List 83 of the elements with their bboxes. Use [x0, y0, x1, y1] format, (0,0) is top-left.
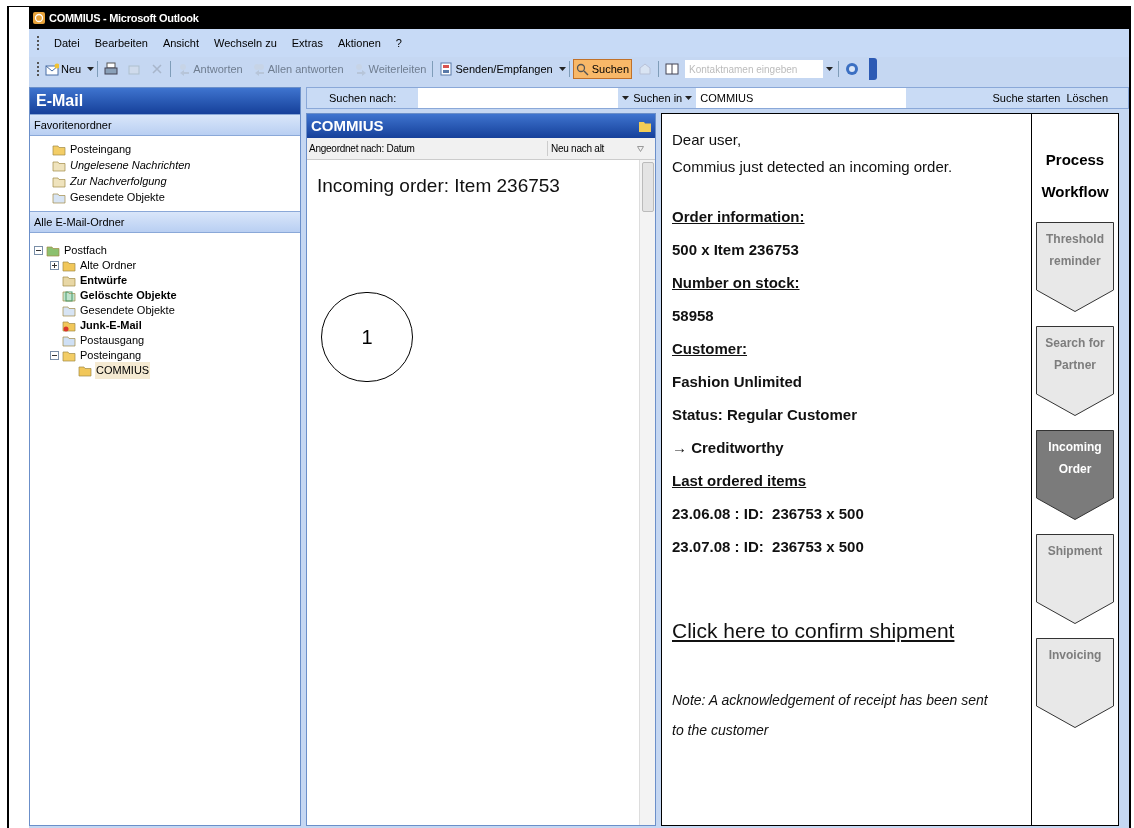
folder-icon: [62, 259, 76, 272]
info-text: 23.06.08 : ID: 236753 x 500: [672, 504, 865, 524]
delete-icon: [150, 62, 165, 76]
drafts-icon: [62, 274, 76, 287]
folder-item[interactable]: Postausgang: [79, 332, 146, 349]
section-heading: Order information:: [672, 207, 806, 227]
section-header[interactable]: Alle E-Mail-Ordner: [30, 211, 300, 233]
toolbar-button[interactable]: Neu: [42, 59, 85, 79]
info-text: Fashion Unlimited: [672, 372, 803, 392]
section-heading: Customer:: [672, 339, 748, 359]
folder-item[interactable]: Gesendete Objekte: [79, 302, 176, 319]
dropdown-caret-icon[interactable]: [825, 67, 833, 71]
menu-item[interactable]: Wechseln zu: [214, 34, 277, 52]
outlook-logo-icon: [33, 12, 45, 24]
pane-title: E-Mail: [30, 88, 300, 114]
collapse-toggle-icon[interactable]: [50, 351, 59, 360]
reply-all-icon: [251, 62, 266, 76]
section-heading: Number on stock:: [672, 273, 801, 293]
menu-item[interactable]: Bearbeiten: [94, 34, 148, 52]
folder-item[interactable]: Gelöschte Objekte: [79, 287, 178, 304]
inbox-icon: [52, 143, 66, 156]
scrollbar-thumb[interactable]: [641, 162, 654, 212]
menu-item[interactable]: Datei: [54, 34, 80, 52]
info-text: Status: Regular Customer: [672, 405, 859, 425]
search-icon: [575, 62, 590, 76]
section-heading: Last ordered items: [672, 471, 808, 491]
outbox-icon: [62, 334, 76, 347]
send-receive-icon: [439, 62, 454, 76]
contact-search-field[interactable]: Kontaktnamen eingeben: [685, 60, 835, 78]
menu-item[interactable]: Extras: [291, 34, 323, 52]
search-folder-icon: [52, 159, 66, 172]
collapse-toggle-icon[interactable]: [34, 246, 43, 255]
expand-toggle-icon[interactable]: [50, 261, 59, 270]
window-title: COMMIUS - Microsoft Outlook: [49, 10, 199, 26]
folder-item[interactable]: Postfach: [63, 242, 108, 259]
workflow-title: Process Workflow: [1040, 150, 1110, 202]
folder-item[interactable]: Zur Nachverfolgung: [70, 173, 167, 190]
workflow-step[interactable]: Incoming Order: [1036, 430, 1114, 520]
mailbox-icon: [46, 244, 60, 257]
info-text: 500 x Item 236753: [672, 240, 800, 260]
info-text: 58958: [672, 306, 715, 326]
search-folder-icon: [52, 175, 66, 188]
sort-order-button[interactable]: Neu nach alt: [547, 141, 637, 156]
greeting-text: Dear user,: [672, 130, 743, 150]
folder-item[interactable]: Ungelesene Nachrichten: [70, 157, 191, 174]
folder-item[interactable]: Posteingang: [79, 347, 143, 364]
toolbar-button[interactable]: Senden/Empfangen: [436, 59, 556, 79]
message-subject[interactable]: Incoming order: Item 236753: [317, 172, 639, 201]
folder-item[interactable]: Posteingang: [70, 141, 132, 158]
folder-icon: [127, 62, 142, 76]
folder-icon: [78, 364, 92, 377]
dropdown-caret-icon[interactable]: [87, 67, 95, 71]
folder-item[interactable]: COMMIUS: [95, 362, 151, 379]
info-text: → Creditworthy: [672, 438, 785, 458]
book-icon: [665, 62, 679, 76]
callout-number: 1: [361, 325, 373, 350]
folder-item[interactable]: Alte Ordner: [79, 257, 138, 274]
folder-icon: [639, 120, 651, 132]
info-text: 23.07.08 : ID: 236753 x 500: [672, 537, 865, 557]
intro-text: Commius just detected an incoming order.: [672, 157, 954, 177]
printer-icon: [104, 62, 119, 76]
trash-icon: [62, 289, 76, 302]
menu-item[interactable]: Ansicht: [162, 34, 199, 52]
folder-item[interactable]: Gesendete Objekte: [70, 189, 165, 206]
toolbar-options-handle[interactable]: [869, 58, 877, 80]
reply-icon: [177, 62, 192, 76]
section-header[interactable]: Favoritenordner: [30, 114, 300, 136]
sent-folder-icon: [52, 191, 66, 204]
folder-item[interactable]: Entwürfe: [79, 272, 129, 289]
dropdown-caret-icon[interactable]: [558, 67, 566, 71]
toolbar-button[interactable]: Suchen: [572, 59, 632, 79]
pane-title: COMMIUS: [311, 115, 384, 136]
menu-item[interactable]: ?: [395, 34, 402, 52]
junk-folder-icon: [62, 319, 76, 332]
folder-item[interactable]: Junk-E-Mail: [79, 317, 143, 334]
menu-item[interactable]: Aktionen: [337, 34, 381, 52]
inbox-icon: [62, 349, 76, 362]
note-text: Note: A acknowledgement of receipt has been sent to the customer: [672, 690, 989, 740]
arrange-by-button[interactable]: Angeordnet nach: Datum: [307, 141, 547, 156]
confirm-shipment-link[interactable]: Click here to confirm shipment: [672, 615, 1021, 647]
help-icon: [845, 62, 859, 76]
sort-icon: [637, 145, 644, 152]
sent-folder-icon: [62, 304, 76, 317]
